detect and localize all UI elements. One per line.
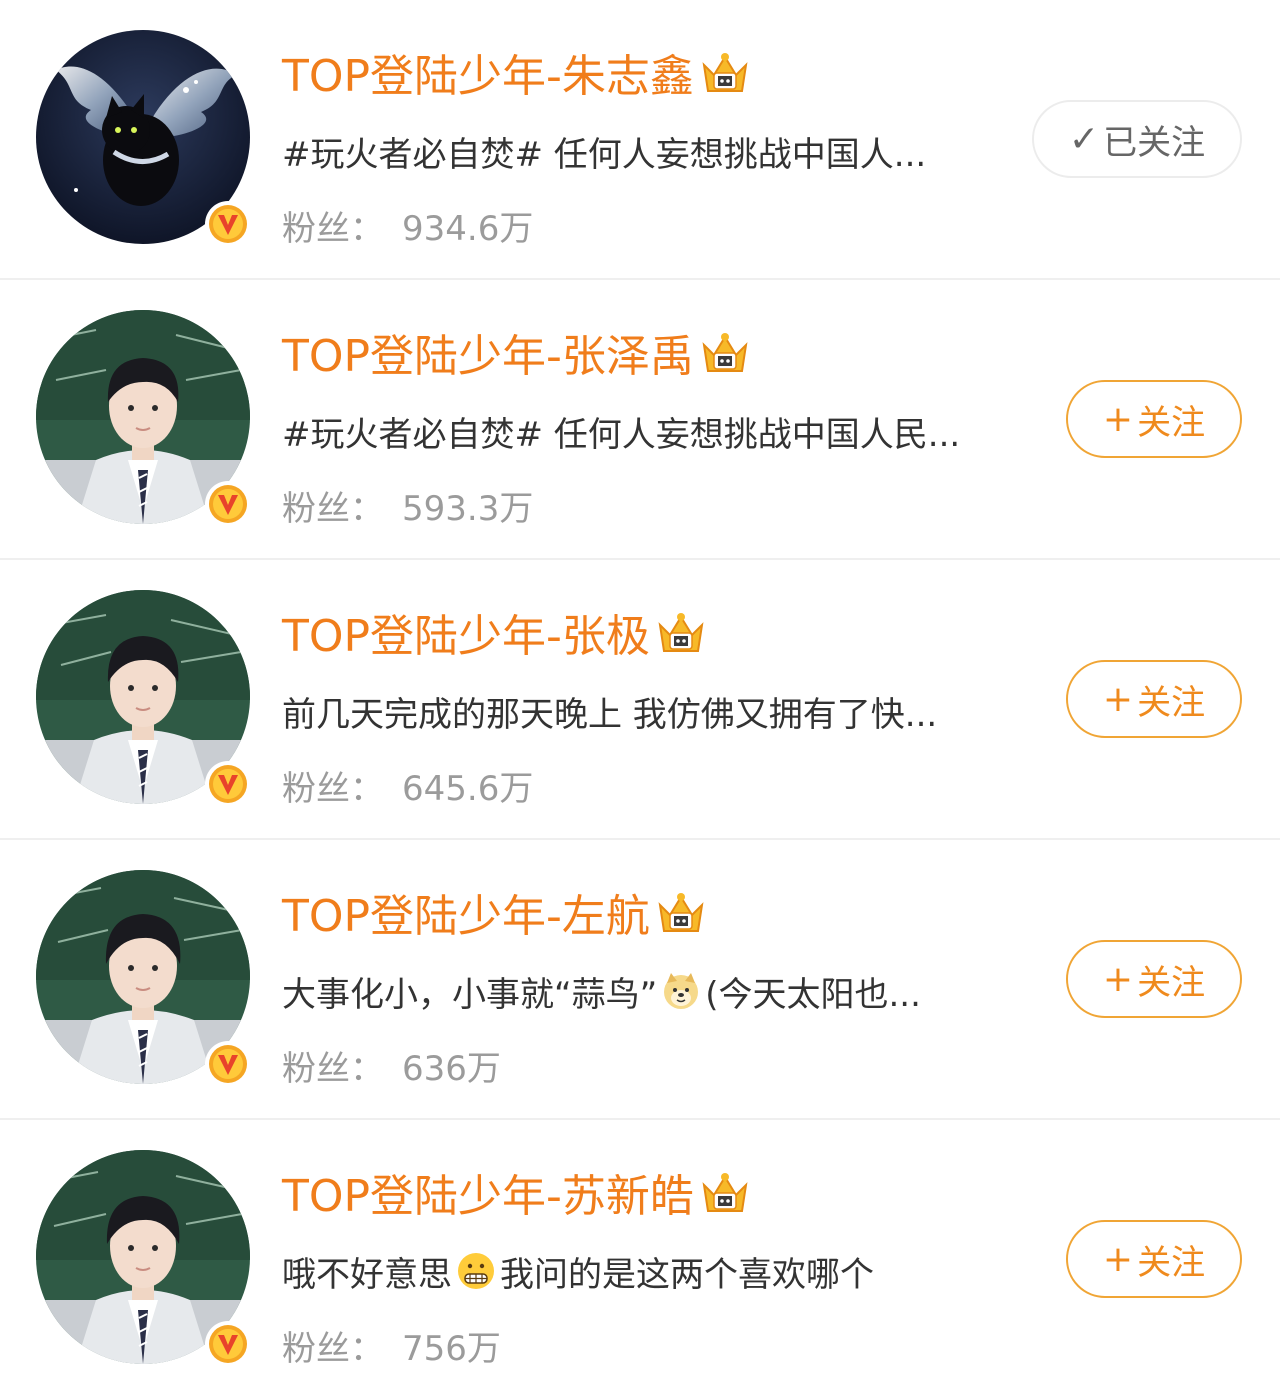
- post-preview[interactable]: 大事化小，小事就“蒜鸟” (今天太阳也...: [282, 964, 921, 1018]
- fans-count: 粉丝： 934.6万: [282, 200, 533, 250]
- crown-icon: [698, 1167, 752, 1217]
- fans-count: 粉丝： 593.3万: [282, 480, 533, 530]
- fans-label: 粉丝：: [282, 208, 384, 249]
- fans-label: 粉丝：: [282, 488, 384, 529]
- verified-badge-icon: [203, 759, 253, 809]
- verified-badge-icon: [203, 1319, 253, 1369]
- follow-button[interactable]: + 关注: [1066, 940, 1242, 1018]
- post-preview[interactable]: 哦不好意思 我问的是这两个喜欢哪个: [282, 1244, 874, 1298]
- button-label: 已关注: [1103, 122, 1206, 163]
- fans-count: 粉丝： 645.6万: [282, 760, 533, 810]
- verified-badge-icon: [203, 199, 253, 249]
- crown-icon: [698, 327, 752, 377]
- fans-value: 934.6万: [402, 208, 534, 249]
- plus-icon: +: [1102, 678, 1134, 720]
- check-icon: ✓: [1068, 118, 1100, 160]
- plus-icon: +: [1102, 1238, 1134, 1280]
- follow-button[interactable]: + 关注: [1066, 380, 1242, 458]
- follow-button[interactable]: + 关注: [1066, 1220, 1242, 1298]
- user-name[interactable]: TOP登陆少年-张泽禹: [282, 322, 752, 382]
- user-name[interactable]: TOP登陆少年-苏新皓: [282, 1162, 752, 1222]
- post-preview[interactable]: #玩火者必自焚# 任何人妄想挑战中国人...: [282, 124, 926, 178]
- followed-button[interactable]: ✓ 已关注: [1032, 100, 1242, 178]
- fans-count: 粉丝： 636万: [282, 1040, 501, 1090]
- fans-value: 593.3万: [402, 488, 534, 529]
- follow-button[interactable]: + 关注: [1066, 660, 1242, 738]
- user-row[interactable]: TOP登陆少年-朱志鑫 #玩火者必自焚# 任何人妄想挑战中国人... 粉丝： 9…: [0, 0, 1280, 280]
- user-row[interactable]: TOP登陆少年-张泽禹 #玩火者必自焚# 任何人妄想挑战中国人民... 粉丝： …: [0, 280, 1280, 560]
- grimace-emoji-icon: [456, 1251, 496, 1291]
- doge-emoji-icon: [661, 971, 701, 1011]
- verified-badge-icon: [203, 479, 253, 529]
- plus-icon: +: [1102, 958, 1134, 1000]
- user-list: TOP登陆少年-朱志鑫 #玩火者必自焚# 任何人妄想挑战中国人... 粉丝： 9…: [0, 0, 1280, 1400]
- fans-label: 粉丝：: [282, 1048, 384, 1089]
- fans-label: 粉丝：: [282, 1328, 384, 1369]
- fans-value: 636万: [402, 1048, 501, 1089]
- crown-icon: [654, 607, 708, 657]
- user-row[interactable]: TOP登陆少年-张极 前几天完成的那天晚上 我仿佛又拥有了快... 粉丝： 64…: [0, 560, 1280, 840]
- post-preview[interactable]: #玩火者必自焚# 任何人妄想挑战中国人民...: [282, 404, 960, 458]
- user-name[interactable]: TOP登陆少年-张极: [282, 602, 708, 662]
- fans-value: 756万: [402, 1328, 501, 1369]
- verified-badge-icon: [203, 1039, 253, 1089]
- user-name[interactable]: TOP登陆少年-左航: [282, 882, 708, 942]
- user-row[interactable]: TOP登陆少年-苏新皓 哦不好意思 我问的是这两个喜欢哪个 粉丝： 756万 +…: [0, 1120, 1280, 1400]
- fans-label: 粉丝：: [282, 768, 384, 809]
- user-row[interactable]: TOP登陆少年-左航 大事化小，小事就“蒜鸟” (今天太阳也... 粉丝： 63…: [0, 840, 1280, 1120]
- crown-icon: [698, 47, 752, 97]
- plus-icon: +: [1102, 398, 1134, 440]
- button-label: 关注: [1137, 962, 1206, 1003]
- button-label: 关注: [1137, 402, 1206, 443]
- fans-value: 645.6万: [402, 768, 534, 809]
- fans-count: 粉丝： 756万: [282, 1320, 501, 1370]
- post-preview[interactable]: 前几天完成的那天晚上 我仿佛又拥有了快...: [282, 684, 937, 738]
- button-label: 关注: [1137, 682, 1206, 723]
- crown-icon: [654, 887, 708, 937]
- button-label: 关注: [1137, 1242, 1206, 1283]
- user-name[interactable]: TOP登陆少年-朱志鑫: [282, 42, 752, 102]
